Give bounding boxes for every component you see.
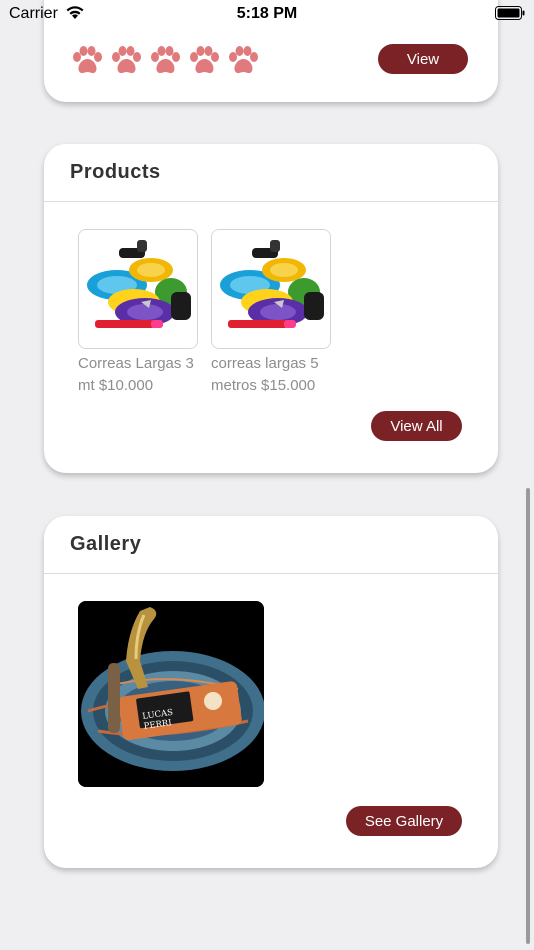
status-bar: Carrier 5:18 PM	[0, 0, 534, 28]
see-gallery-button[interactable]: See Gallery	[346, 806, 462, 836]
battery-icon	[495, 6, 525, 25]
gallery-card: Gallery LUCAS PERRI See Gallery	[44, 516, 498, 868]
product-image[interactable]	[78, 229, 198, 349]
gallery-title: Gallery	[44, 516, 498, 574]
paw-icon	[188, 46, 221, 81]
gallery-image[interactable]: LUCAS PERRI	[78, 601, 264, 787]
paw-icon	[110, 46, 143, 81]
clock: 5:18 PM	[236, 5, 298, 22]
paw-icon	[149, 46, 182, 81]
paw-rating	[71, 46, 260, 81]
scrollbar[interactable]	[526, 488, 530, 944]
patterned-leash-image: LUCAS PERRI	[78, 601, 264, 787]
product-card[interactable]: correas largas 5 metros $15.000	[211, 229, 333, 397]
product-name: Correas Largas 3 mt $10.000	[78, 355, 194, 394]
products-card: Products Correas Largas 3 mt $10.000 cor…	[44, 144, 498, 473]
view-all-button[interactable]: View All	[371, 411, 462, 441]
leashes-image	[212, 230, 330, 348]
view-button[interactable]: View	[378, 44, 468, 74]
product-name: correas largas 5 metros $15.000	[211, 355, 319, 394]
product-card[interactable]: Correas Largas 3 mt $10.000	[78, 229, 200, 397]
paw-icon	[227, 46, 260, 81]
paw-icon	[71, 46, 104, 81]
products-title: Products	[44, 144, 498, 202]
leashes-image	[79, 230, 197, 348]
product-image[interactable]	[211, 229, 331, 349]
